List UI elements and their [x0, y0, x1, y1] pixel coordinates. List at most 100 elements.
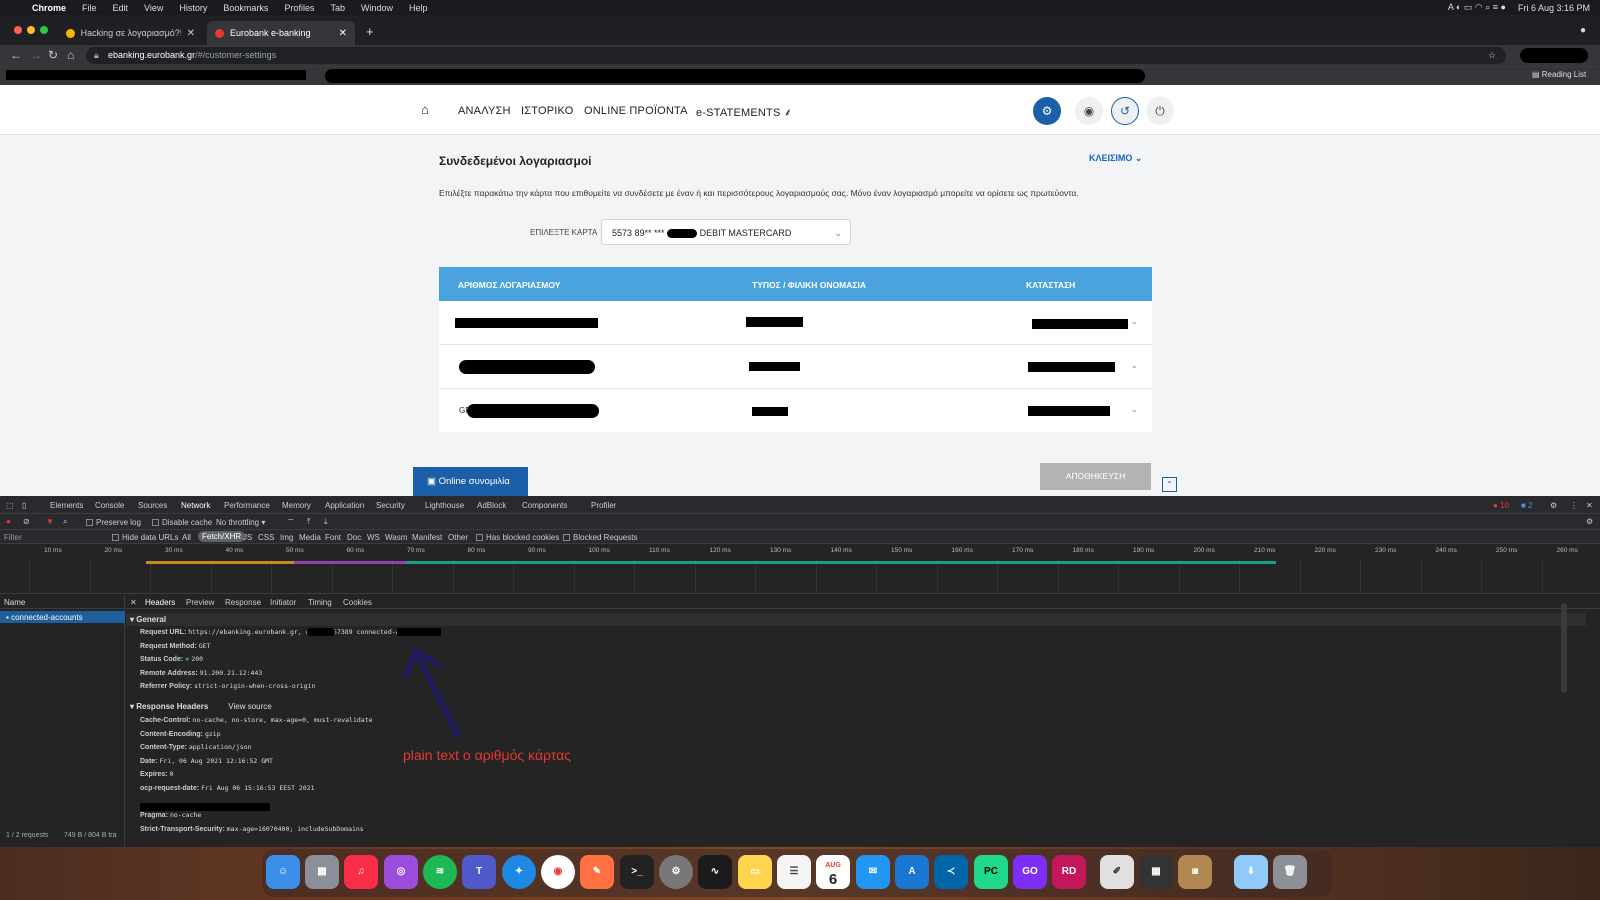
chevron-down-icon[interactable]: ⌄: [1130, 360, 1138, 371]
detail-tab-preview[interactable]: Preview: [186, 598, 214, 607]
tab-network[interactable]: Network: [181, 501, 210, 510]
filter-font[interactable]: Font: [325, 533, 341, 542]
close-tab-icon[interactable]: ✕: [187, 28, 195, 39]
address-bar[interactable]: 🔒︎ ebanking.eurobank.gr/#/customer-setti…: [86, 47, 1506, 64]
menu-window[interactable]: Window: [361, 3, 393, 13]
new-tab-button[interactable]: +: [366, 24, 374, 39]
detail-tab-timing[interactable]: Timing: [308, 598, 332, 607]
downloads-folder-icon[interactable]: ⬇: [1234, 855, 1268, 889]
nav-history[interactable]: ΙΣΤΟΡΙΚΟ: [521, 105, 573, 117]
detail-tab-cookies[interactable]: Cookies: [343, 598, 372, 607]
contacts-icon[interactable]: ◙: [1178, 855, 1212, 889]
device-toolbar-icon[interactable]: ▯: [22, 501, 26, 510]
tab-performance[interactable]: Performance: [224, 501, 270, 510]
teams-icon[interactable]: T: [462, 855, 496, 889]
tab-sources[interactable]: Sources: [138, 501, 167, 510]
rider-icon[interactable]: RD: [1052, 855, 1086, 889]
nav-analysis[interactable]: ΑΝΑΛΥΣΗ: [458, 105, 511, 117]
system-preferences-icon[interactable]: ⚙: [659, 855, 693, 889]
filter-media[interactable]: Media: [299, 533, 321, 542]
download-icon[interactable]: ⤓: [324, 517, 328, 527]
table-row[interactable]: G ⌄: [439, 345, 1152, 389]
filter-img[interactable]: Img: [280, 533, 293, 542]
tab-security[interactable]: Security: [376, 501, 405, 510]
podcasts-icon[interactable]: ◎: [384, 855, 418, 889]
pages-icon[interactable]: ✎: [580, 855, 614, 889]
tab-hacking[interactable]: Hacking σε λογαριασμό?!? - Σ… ✕: [58, 21, 203, 45]
filter-css[interactable]: CSS: [258, 533, 274, 542]
reminders-icon[interactable]: ☰: [777, 855, 811, 889]
eye-icon[interactable]: ◉: [1075, 97, 1103, 125]
general-section-toggle[interactable]: ▾ General: [126, 613, 1586, 626]
safari-icon[interactable]: ✦: [502, 855, 536, 889]
tab-memory[interactable]: Memory: [282, 501, 311, 510]
menu-bookmarks[interactable]: Bookmarks: [223, 3, 268, 13]
tab-eurobank[interactable]: Eurobank e-banking ✕: [207, 21, 355, 45]
network-settings-icon[interactable]: ⚙: [1586, 517, 1593, 526]
close-window-icon[interactable]: [14, 26, 22, 34]
filter-all[interactable]: All: [182, 533, 191, 542]
more-options-icon[interactable]: ⋮: [1570, 501, 1578, 510]
online-chat-button[interactable]: ▣ Online συνομιλία: [413, 467, 528, 496]
record-icon[interactable]: ●: [6, 517, 11, 526]
disable-cache-checkbox[interactable]: Disable cache: [152, 518, 212, 527]
inspect-icon[interactable]: ⬚: [6, 501, 14, 510]
zoom-window-icon[interactable]: [40, 26, 48, 34]
detail-tab-headers[interactable]: Headers: [145, 598, 175, 607]
preserve-log-checkbox[interactable]: Preserve log: [86, 518, 141, 527]
message-count-badge[interactable]: ■ 2: [1521, 501, 1533, 510]
save-button[interactable]: ΑΠΟΘΗΚΕΥΣΗ: [1040, 463, 1151, 490]
app-menu[interactable]: Chrome: [32, 3, 66, 13]
launchpad-icon[interactable]: ▦: [305, 855, 339, 889]
filter-wasm[interactable]: Wasm: [385, 533, 407, 542]
filter-icon[interactable]: ▼: [46, 517, 54, 526]
blocked-cookies-checkbox[interactable]: Has blocked cookies: [476, 533, 559, 542]
detail-tab-response[interactable]: Response: [225, 598, 261, 607]
profile-dot-icon[interactable]: ●: [1580, 25, 1586, 36]
throttling-select[interactable]: No throttling ▾: [216, 518, 265, 527]
finder-icon[interactable]: ☺: [266, 855, 300, 889]
nav-online-products[interactable]: ONLINE ΠΡΟΪΟΝΤΑ: [584, 105, 688, 117]
scrollbar[interactable]: [1561, 603, 1567, 693]
menubar-clock[interactable]: Fri 6 Aug 3:16 PM: [1518, 3, 1590, 13]
close-devtools-icon[interactable]: ✕: [1586, 501, 1593, 510]
history-clock-icon[interactable]: ↺: [1111, 97, 1139, 125]
nav-e-statements[interactable]: e-STATEMENTS ⸙: [696, 105, 792, 120]
error-count-badge[interactable]: ● 10: [1493, 501, 1509, 510]
calculator-icon[interactable]: ▦: [1139, 855, 1173, 889]
detail-tab-initiator[interactable]: Initiator: [270, 598, 296, 607]
bookmark-star-icon[interactable]: ☆: [1488, 47, 1496, 64]
minimize-window-icon[interactable]: [27, 26, 35, 34]
network-timeline[interactable]: 10 ms 20 ms 30 ms 40 ms 50 ms 60 ms 70 ms 80 ms…: [0, 544, 1600, 594]
name-column-header[interactable]: Name: [0, 595, 125, 609]
card-select[interactable]: 5573 89** *** DEBIT MASTERCARD ⌄: [601, 219, 851, 245]
table-row[interactable]: ⌄: [439, 301, 1152, 345]
wifi-icon[interactable]: ⌔: [287, 517, 295, 527]
mail-icon[interactable]: ✉: [856, 855, 890, 889]
search-icon[interactable]: ⌕: [63, 517, 67, 527]
spotify-icon[interactable]: ≋: [423, 855, 457, 889]
tab-components[interactable]: Components: [522, 501, 567, 510]
menu-view[interactable]: View: [144, 3, 163, 13]
filter-js[interactable]: JS: [243, 533, 252, 542]
tab-lighthouse[interactable]: Lighthouse: [425, 501, 464, 510]
close-tab-icon[interactable]: ✕: [339, 28, 347, 39]
reload-icon[interactable]: ↻: [48, 48, 58, 62]
user-settings-icon[interactable]: ⚙: [1033, 97, 1061, 125]
filter-doc[interactable]: Doc: [347, 533, 361, 542]
tab-application[interactable]: Application: [325, 501, 364, 510]
menu-tab[interactable]: Tab: [330, 3, 345, 13]
tab-console[interactable]: Console: [95, 501, 124, 510]
filter-ws[interactable]: WS: [367, 533, 380, 542]
chevron-down-icon[interactable]: ⌄: [1130, 404, 1138, 415]
filter-manifest[interactable]: Manifest: [412, 533, 442, 542]
settings-gear-icon[interactable]: ⚙: [1550, 501, 1557, 510]
close-detail-icon[interactable]: ✕: [130, 598, 137, 607]
response-headers-toggle[interactable]: ▾ Response Headers View source: [126, 700, 1586, 713]
activity-monitor-icon[interactable]: ∿: [698, 855, 732, 889]
upload-icon[interactable]: ⤒: [307, 517, 311, 527]
hide-data-urls-checkbox[interactable]: Hide data URLs: [112, 533, 178, 542]
music-icon[interactable]: ♫: [344, 855, 378, 889]
terminal-icon[interactable]: >_: [620, 855, 654, 889]
table-row[interactable]: GR ⌄: [439, 389, 1152, 433]
